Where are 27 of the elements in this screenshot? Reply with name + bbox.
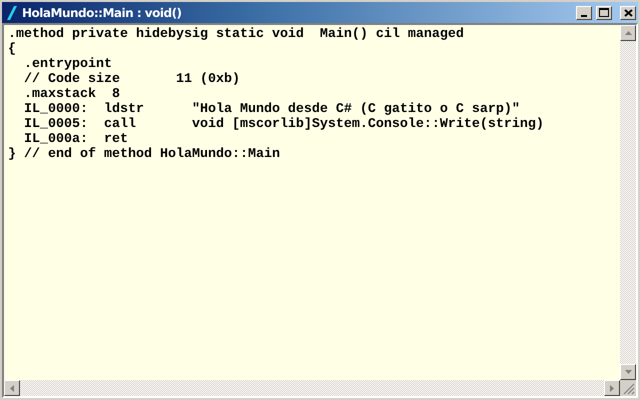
minimize-icon	[581, 14, 587, 16]
left-arrow-icon	[10, 384, 14, 392]
code-line: } // end of method HolaMundo::Main	[8, 147, 280, 162]
scroll-right-button[interactable]	[604, 380, 620, 396]
window-title: HolaMundo::Main : void()	[22, 6, 183, 20]
close-button[interactable]	[620, 6, 636, 20]
code-line: IL_0000: ldstr "Hola Mundo desde C# (C gatito o C sarp)"	[22, 102, 520, 117]
close-icon	[624, 8, 632, 16]
up-arrow-icon	[624, 31, 632, 35]
scroll-down-button[interactable]	[620, 364, 636, 380]
scroll-left-button[interactable]	[4, 380, 20, 396]
right-arrow-icon	[610, 384, 614, 392]
code-line: IL_0005: call void [mscorlib]System.Console::Write(string)	[22, 117, 544, 132]
code-line: .maxstack 8	[22, 87, 120, 102]
code-line: IL_000a: ret	[22, 132, 128, 147]
app-icon	[4, 4, 18, 20]
maximize-button[interactable]	[596, 6, 612, 20]
code-line: // Code size 11 (0xb)	[22, 72, 240, 87]
horizontal-scrollbar[interactable]	[4, 380, 620, 396]
code-line: .method private hidebysig static void Main() cil managed	[8, 27, 464, 42]
code-line: {	[8, 42, 16, 57]
scroll-up-button[interactable]	[620, 25, 636, 41]
maximize-icon	[599, 8, 609, 17]
minimize-button[interactable]	[576, 6, 592, 20]
vertical-scrollbar[interactable]	[620, 25, 636, 380]
down-arrow-icon	[624, 370, 632, 374]
code-line: .entrypoint	[22, 57, 112, 72]
